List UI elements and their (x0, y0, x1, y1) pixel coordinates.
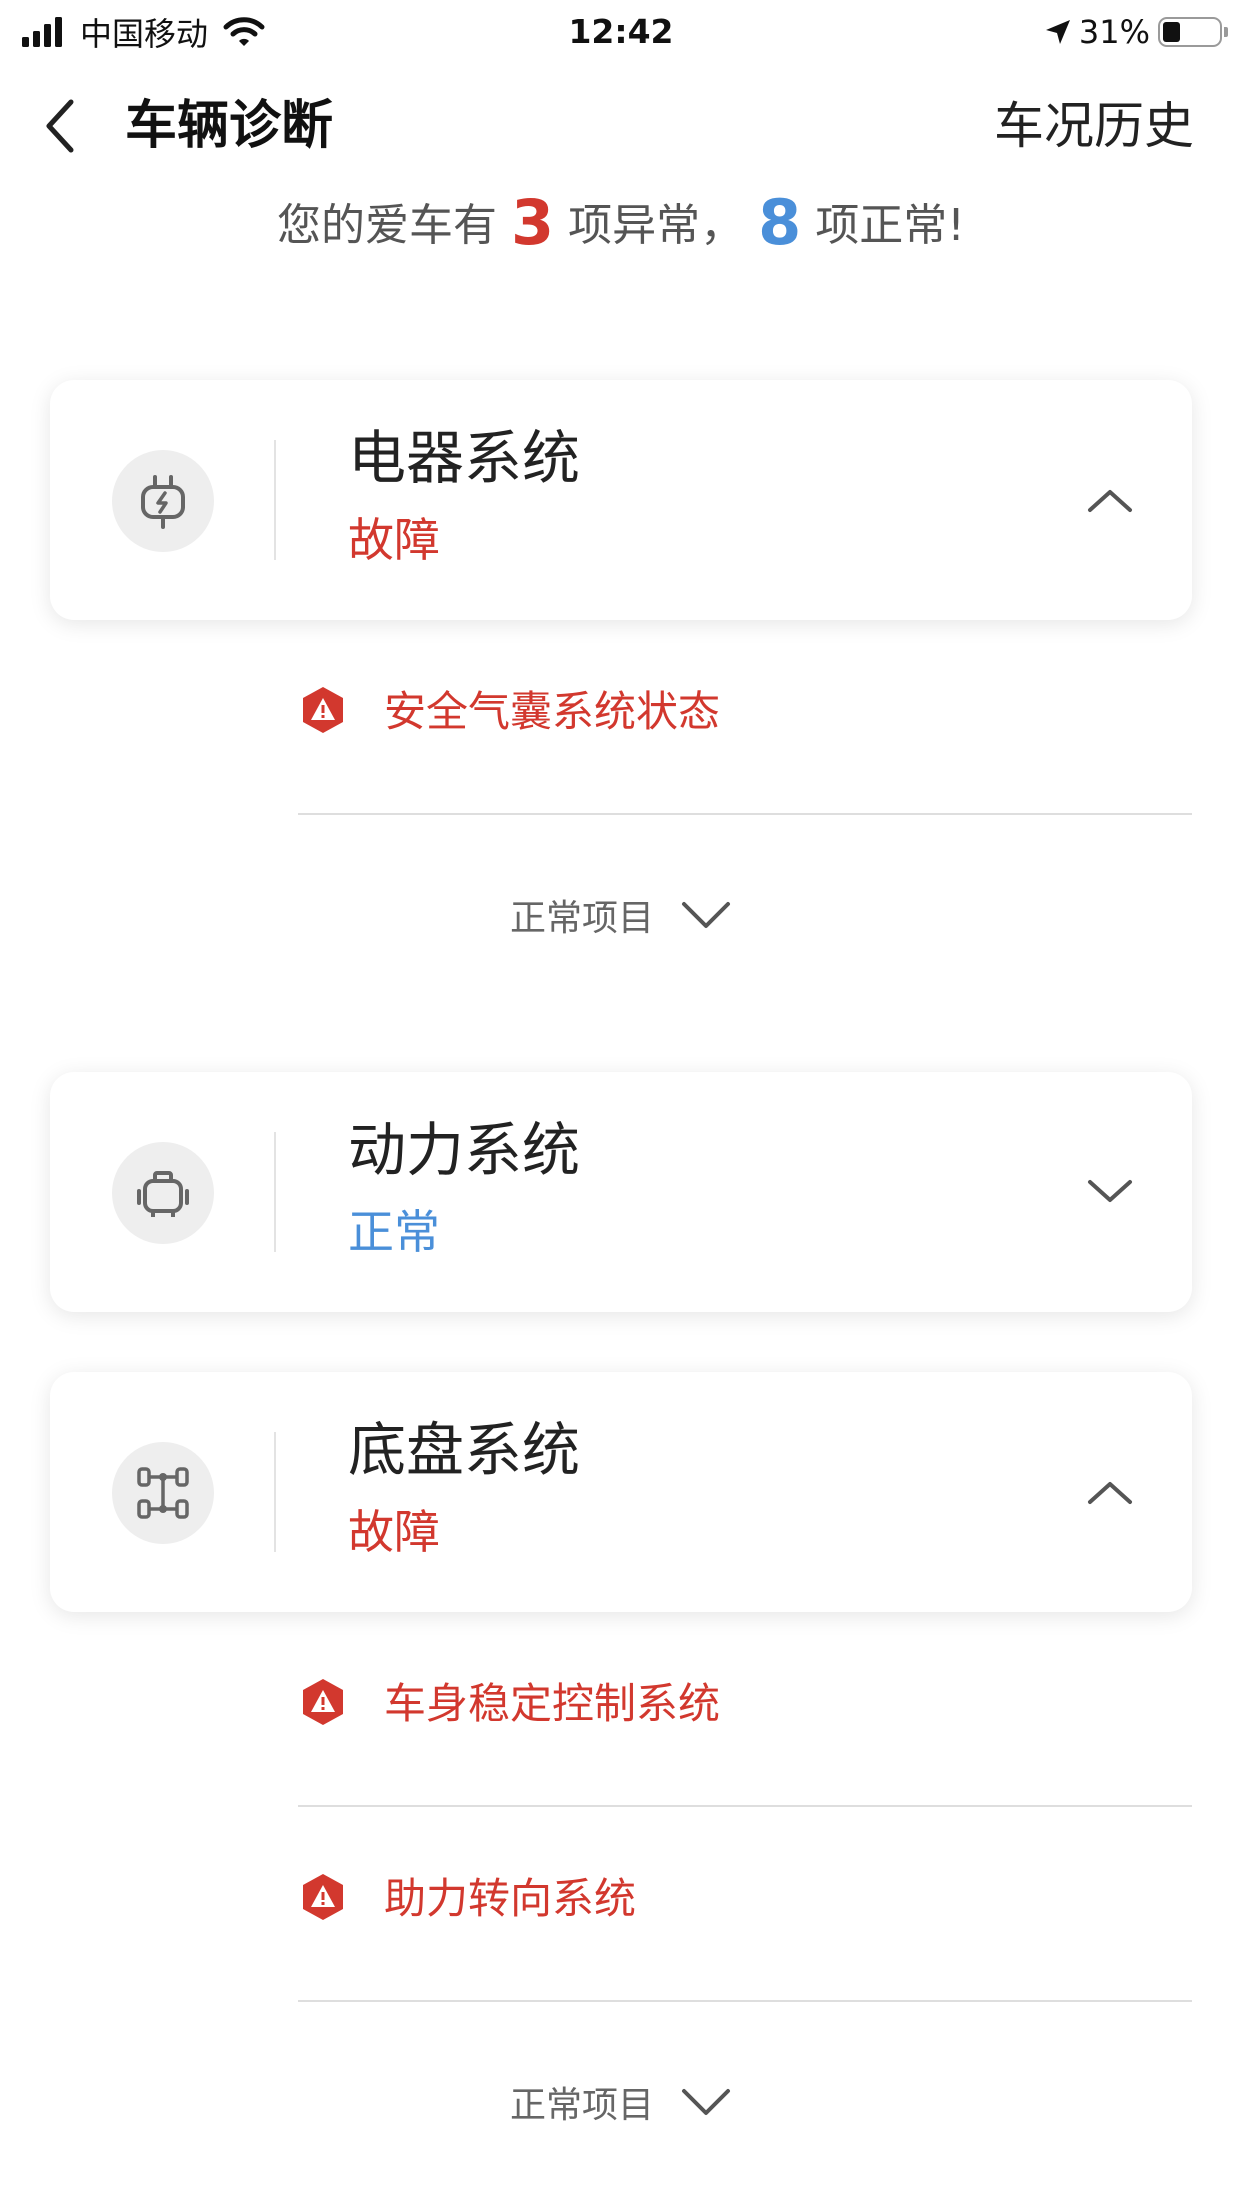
page-title: 车辆诊断 (125, 96, 334, 156)
summary-prefix: 您的爱车有 (277, 200, 498, 251)
chevron-left-icon (46, 99, 74, 153)
summary-middle: 项异常， (568, 200, 745, 251)
engine-icon (112, 1142, 214, 1244)
row-divider (298, 1805, 1192, 1807)
chassis-icon (112, 1442, 214, 1544)
battery-icon (1158, 17, 1228, 47)
electrical-plug-icon (112, 450, 214, 552)
row-divider (298, 2000, 1192, 2002)
system-status: 故障 (348, 513, 440, 567)
system-name: 底盘系统 (348, 1416, 581, 1484)
warning-icon (303, 1874, 343, 1920)
chevron-up-icon[interactable] (1080, 470, 1140, 530)
warning-icon (303, 687, 343, 733)
navigation-bar: 车辆诊断 车况历史 (0, 80, 1242, 172)
chevron-down-icon (682, 902, 730, 928)
status-bar: 中国移动 12:42 31% (0, 0, 1242, 62)
chevron-down-icon (682, 2089, 730, 2115)
system-card-powertrain[interactable]: 动力系统 正常 (50, 1072, 1192, 1312)
card-divider (274, 1132, 276, 1252)
summary-suffix: 项正常! (815, 200, 965, 251)
battery-percentage: 31% (1078, 13, 1150, 51)
fault-label: 车身稳定控制系统 (384, 1679, 721, 1728)
fault-label: 安全气囊系统状态 (384, 687, 721, 736)
chevron-up-icon[interactable] (1080, 1462, 1140, 1522)
system-status: 故障 (348, 1505, 440, 1559)
fault-item[interactable]: 车身稳定控制系统 (298, 1617, 1192, 1807)
system-name: 动力系统 (348, 1116, 581, 1184)
normal-items-toggle[interactable]: 正常项目 (0, 875, 1242, 955)
normal-count: 8 (758, 186, 802, 259)
normal-items-label: 正常项目 (509, 2085, 654, 2126)
normal-items-label: 正常项目 (509, 898, 654, 939)
system-card-electrical[interactable]: 电器系统 故障 (50, 380, 1192, 620)
system-card-chassis[interactable]: 底盘系统 故障 (50, 1372, 1192, 1612)
vehicle-history-link[interactable]: 车况历史 (994, 94, 1194, 158)
back-button[interactable] (30, 94, 90, 158)
card-divider (274, 440, 276, 560)
location-arrow-icon (1045, 20, 1070, 44)
row-divider (298, 813, 1192, 815)
warning-icon (303, 1679, 343, 1725)
abnormal-count: 3 (511, 186, 555, 259)
fault-item[interactable]: 助力转向系统 (298, 1812, 1192, 2002)
fault-label: 助力转向系统 (384, 1874, 637, 1923)
chevron-down-icon[interactable] (1080, 1162, 1140, 1222)
system-status: 正常 (348, 1205, 440, 1259)
card-divider (274, 1432, 276, 1552)
normal-items-toggle[interactable]: 正常项目 (0, 2062, 1242, 2142)
system-name: 电器系统 (348, 424, 581, 492)
diagnosis-summary: 您的爱车有 3 项异常， 8 项正常! (0, 185, 1242, 264)
fault-item[interactable]: 安全气囊系统状态 (298, 625, 1192, 815)
